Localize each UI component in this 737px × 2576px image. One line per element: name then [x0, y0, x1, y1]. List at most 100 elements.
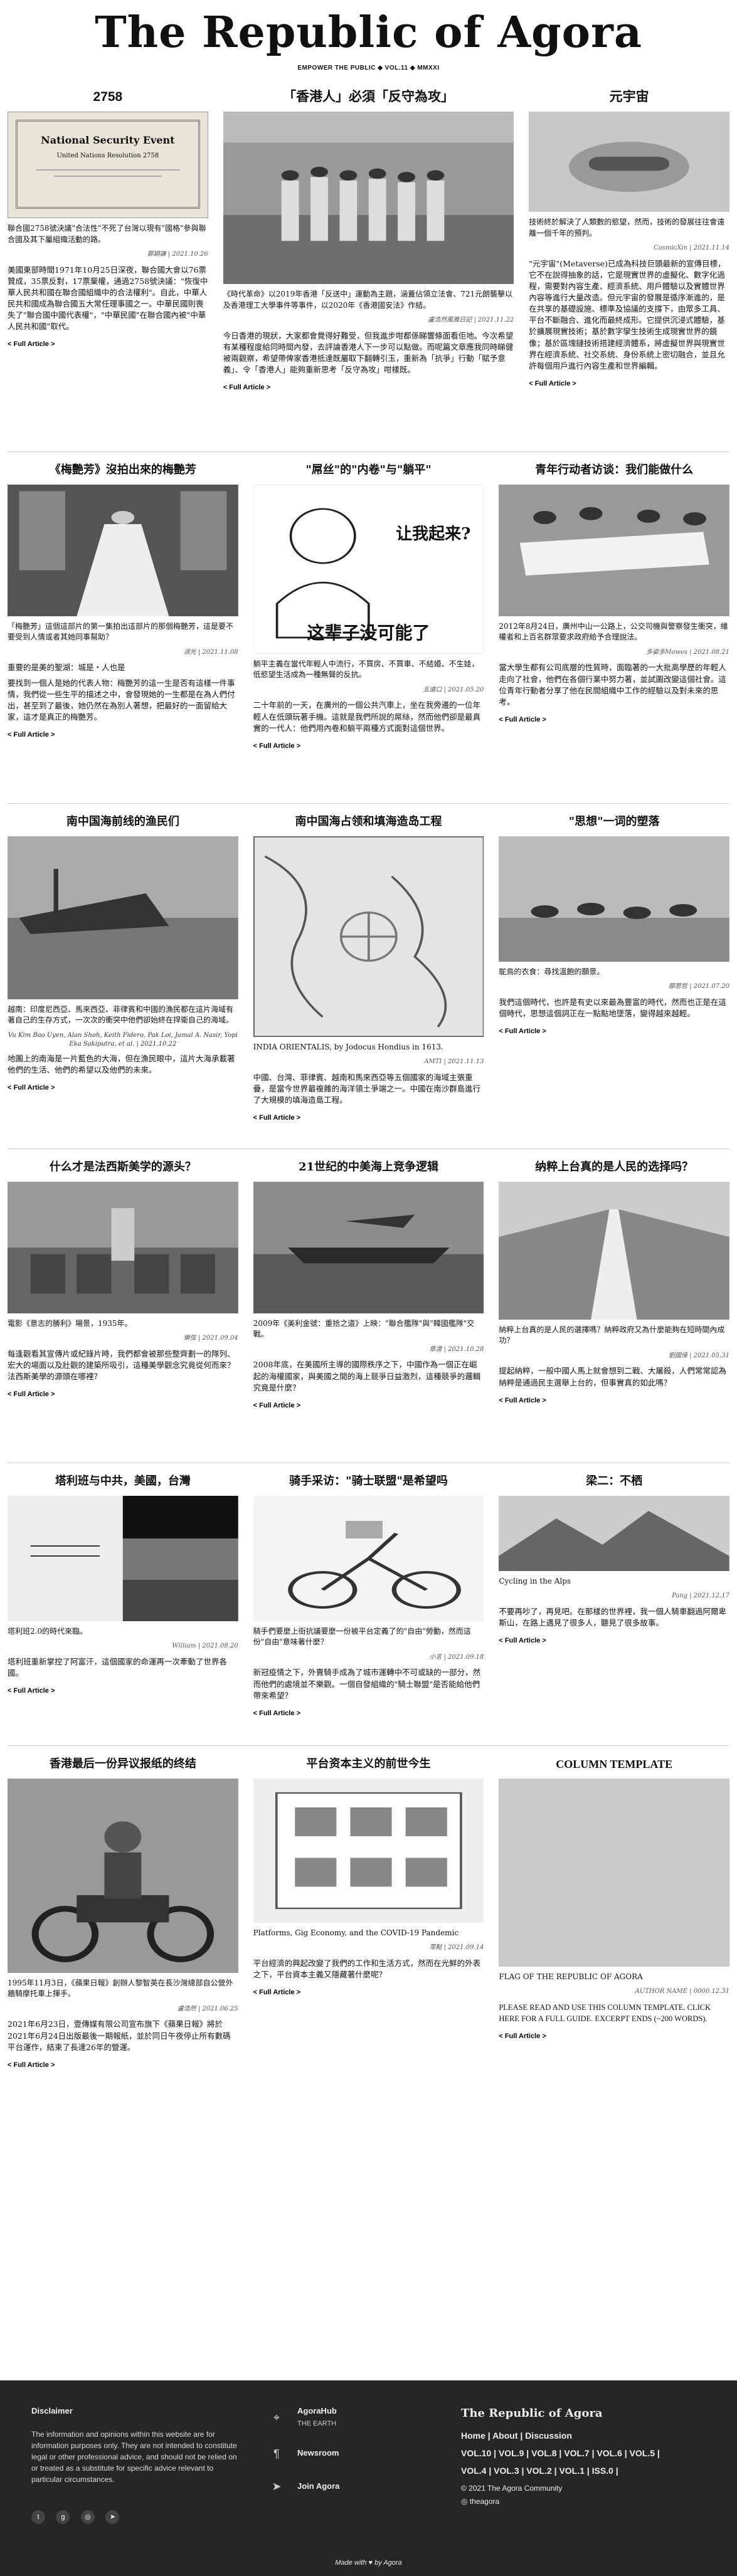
site-footer: Disclaimer The information and opinions … [0, 2380, 737, 2576]
platform-illustration [253, 1779, 484, 1923]
full-article-link[interactable]: < Full Article > [499, 2032, 546, 2042]
article-nazi: 纳粹上台真的是人民的选择吗？ 納粹上台真的是人民的選擇嗎？納粹政府又為什麼能夠在… [499, 1155, 730, 1456]
article-excerpt: 美國東部時間1971年10月25日深夜，聯合國大會以76票贊成，35票反對，17… [8, 265, 208, 332]
alps-photo [499, 1496, 730, 1572]
article-title[interactable]: 骑手采访："骑士联盟"是希望吗 [253, 1473, 484, 1490]
telegram-icon[interactable]: ➤ [105, 2510, 120, 2524]
article-island-building: 南中国海占领和填海造岛工程 INDIA ORIENTALIS, by Jodoc… [253, 810, 484, 1142]
site-subtitle: EMPOWER THE PUBLIC ◆ VOL.11 ◆ MMXXI [297, 65, 440, 71]
article-liang-er: 梁二：不栖 Cycling in the Alps Pang | 2021.12… [499, 1469, 730, 1739]
footer-links: ⌖ AgoraHub THE EARTH ¶ Newsroom ➤ Join Agora [270, 2405, 339, 2511]
github-icon[interactable]: g [56, 2510, 70, 2524]
full-article-link[interactable]: < Full Article > [253, 1709, 300, 1719]
instagram-icon[interactable]: ◎ [80, 2510, 95, 2524]
article-title[interactable]: 塔利班与中共，美國，台灣 [8, 1473, 238, 1490]
article-title[interactable]: 平台资本主义的前世今生 [253, 1756, 484, 1772]
row-5: 塔利班与中共，美國，台灣 塔利班2.0的時代來臨。 William | 2021… [0, 1469, 737, 1739]
article-thought: "思想"一词的塑落 鴕鳥的衣食：尋找溫飽的願景。 鄒思哲 | 2021.07.2… [499, 810, 730, 1142]
article-title[interactable]: 21世纪的中美海上竞争逻辑 [253, 1159, 484, 1175]
full-article-link[interactable]: < Full Article > [253, 1401, 300, 1411]
full-article-link[interactable]: < Full Article > [223, 383, 270, 393]
full-article-link[interactable]: < Full Article > [8, 730, 55, 740]
stage-photo [8, 485, 238, 617]
article-title[interactable]: 什么才是法西斯美学的源头？ [8, 1159, 238, 1175]
article-title[interactable]: 香港最后一份异议报纸的终结 [8, 1756, 238, 1772]
article-meta: 劉國偉 | 2021.05.31 [669, 1352, 730, 1359]
full-article-link[interactable]: < Full Article > [499, 715, 546, 725]
full-article-link[interactable]: < Full Article > [529, 379, 576, 389]
site-title[interactable]: The Republic of Agora [0, 11, 737, 54]
article-title[interactable]: 纳粹上台真的是人民的选择吗？ [499, 1159, 729, 1175]
article-fascist-aesthetics: 什么才是法西斯美学的源头？ 電影《意志的勝利》場景，1935年。 樂弦 | 20… [8, 1155, 238, 1456]
article-title[interactable]: COLUMN TEMPLATE [499, 1756, 729, 1772]
article-title[interactable]: 青年行动者访谈：我们能做什么 [499, 462, 729, 478]
article-title[interactable]: "屌丝"的"内卷"与"躺平" [253, 462, 484, 478]
article-meta: CosmicXin | 2021.11.14 [654, 244, 729, 252]
article-meta: 章渡 | 2021.10.28 [429, 1345, 484, 1353]
article-caption: 電影《意志的勝利》場景，1935年。 [8, 1319, 132, 1328]
article-caption: Cycling in the Alps [499, 1577, 571, 1586]
article-excerpt: 2008年底，在美國所主導的國際秩序之下，中國作為一個正在崛起的海權國家，與美國… [253, 1360, 481, 1392]
article-meta: 樂弦 | 2021.09.04 [183, 1335, 238, 1342]
article-riders: 骑手采访："骑士联盟"是希望吗 騎手們要麼上街抗議要麼一份被平台定義了的"自由"… [253, 1469, 484, 1739]
footer-vols-2[interactable]: VOL.4 | VOL.3 | VOL.2 | VOL.1 | ISS.0 | [461, 2462, 660, 2479]
footer-link-join[interactable]: ➤ Join Agora [270, 2478, 339, 2495]
article-excerpt: 塔利班重新掌控了阿富汗，這個國家的命運再一次牽動了世界各國。 [8, 1656, 228, 1678]
article-caption: 1995年11月3日，《蘋果日報》創辦人黎智英在長沙灣總部自公營外牆騎摩托車上揮… [8, 1979, 233, 1999]
article-platform-capitalism: 平台资本主义的前世今生 Platforms, Gig Economy, and … [253, 1752, 484, 2103]
article-meta: 盧浩然風雅日記 | 2021.11.22 [428, 317, 514, 324]
article-meta: AUTHOR NAME | 0000.12.31 [635, 1988, 730, 1995]
article-caption: 納粹上台真的是人民的選擇嗎？納粹政府又為什麼能夠在短時間內成功？ [499, 1325, 725, 1345]
rally-photo [8, 1182, 238, 1314]
handle[interactable]: ◎ theagora [461, 2496, 660, 2507]
footer-link-agorahub[interactable]: ⌖ AgoraHub THE EARTH [270, 2405, 339, 2429]
article-caption: 《時代革命》以2019年香港「反送中」運動為主題，涵蓋佔領立法會、721元朗襲擊… [223, 290, 513, 310]
article-meta: 盧浩然 | 2021.06.25 [177, 2005, 238, 2012]
article-meta: 鄒思哲 | 2021.07.20 [669, 983, 730, 991]
article-taliban: 塔利班与中共，美國，台灣 塔利班2.0的時代來臨。 William | 2021… [8, 1469, 238, 1739]
full-article-link[interactable]: < Full Article > [8, 1686, 55, 1696]
article-title[interactable]: 南中国海前线的渔民们 [8, 814, 238, 830]
full-article-link[interactable]: < Full Article > [253, 1988, 300, 1998]
full-article-link[interactable]: < Full Article > [8, 1390, 55, 1400]
article-2758: 2758 National Security Event United Nati… [8, 88, 208, 445]
article-title[interactable]: 南中国海占领和填海造岛工程 [253, 814, 484, 830]
article-excerpt: 地圖上的南海是一片藍色的大海，但在漁民眼中，這片大海承載著他們的生活、他們的希望… [8, 1053, 235, 1075]
disclaimer-title: Disclaimer [31, 2406, 73, 2416]
article-meta: 小言 | 2021.09.18 [429, 1653, 484, 1661]
article-youth-activist: 青年行动者访谈：我们能做什么 2012年8月24日，廣州中山一公路上，公交司機與… [499, 458, 730, 797]
ostrich-photo [499, 836, 730, 962]
meme-text-bottom: 这辈子没可能了 [307, 622, 430, 643]
article-subhead: 重要的是美的聖湖：城是・人也是 [8, 663, 125, 673]
article-excerpt: 今日香港的現狀，大家都會覺得好難受，但我進步咁都係睇響條面看佢地。今次希望有某種… [223, 330, 514, 375]
footer-vols-1[interactable]: VOL.10 | VOL.9 | VOL.8 | VOL.7 | VOL.6 |… [461, 2444, 660, 2462]
article-title[interactable]: 「香港人」必須「反守為攻」 [223, 88, 514, 107]
article-title[interactable]: 梁二：不栖 [499, 1473, 729, 1490]
full-article-link[interactable]: < Full Article > [253, 742, 300, 752]
article-title[interactable]: "思想"一词的塑落 [499, 814, 729, 830]
paragraph-icon: ¶ [273, 2447, 280, 2460]
article-meta: 五道口 | 2021.05.20 [423, 686, 484, 693]
article-caption: Platforms, Gig Economy, and the COVID-19… [253, 1928, 459, 1938]
full-article-link[interactable]: < Full Article > [499, 1027, 546, 1037]
full-article-link[interactable]: < Full Article > [8, 1083, 55, 1093]
flag-placeholder [499, 1779, 730, 1967]
article-apple-daily: 香港最后一份异议报纸的终结 1995年11月3日，《蘋果日報》創辦人黎智英在長沙… [8, 1752, 238, 2103]
article-excerpt: 平台經濟的興起改變了我們的工作和生活方式，然而在光鮮的外表之下，平台資本主義又隱… [253, 1958, 481, 1980]
full-article-link[interactable]: < Full Article > [253, 1113, 300, 1123]
article-title[interactable]: 元宇宙 [529, 88, 729, 107]
footer-nav[interactable]: Home | About | Discussion [461, 2427, 660, 2444]
article-title[interactable]: 2758 [8, 88, 208, 107]
full-article-link[interactable]: < Full Article > [499, 1396, 546, 1406]
footer-brand-title[interactable]: The Republic of Agora [461, 2405, 660, 2422]
full-article-link[interactable]: < Full Article > [8, 2061, 55, 2071]
article-meta: 淚光 | 2021.11.08 [183, 648, 238, 656]
twitter-icon[interactable]: t [31, 2510, 45, 2524]
article-meta: 零點 | 2021.09.14 [429, 1944, 484, 1952]
article-excerpt: 新冠疫情之下，外賣騎手成為了城市運轉中不可或缺的一部分，然而他們的處境並不樂觀。… [253, 1668, 481, 1700]
full-article-link[interactable]: < Full Article > [499, 1636, 546, 1646]
full-article-link[interactable]: < Full Article > [8, 340, 55, 350]
rider-illustration [253, 1496, 484, 1622]
footer-link-newsroom[interactable]: ¶ Newsroom [270, 2446, 339, 2462]
article-title[interactable]: 《梅艷芳》沒拍出來的梅艷芳 [8, 462, 238, 478]
